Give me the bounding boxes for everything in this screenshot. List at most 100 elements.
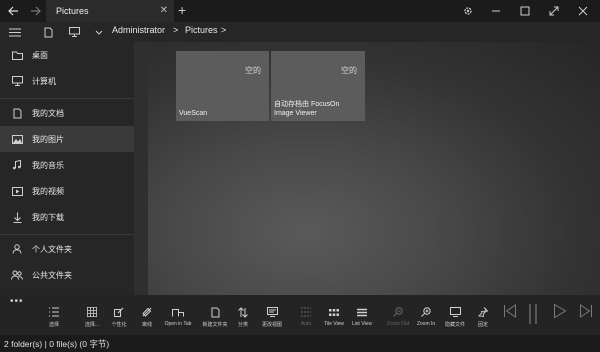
close-tab-icon[interactable]: ✕ — [160, 5, 168, 16]
sort-button[interactable]: 分类 — [231, 295, 255, 335]
select-icon — [49, 306, 59, 318]
folder-name: VueScan — [179, 110, 208, 117]
back-button[interactable] — [2, 0, 24, 22]
empty-badge: 空的 — [341, 66, 357, 75]
tile-view-icon — [329, 306, 339, 318]
sidebar-item-label: 公共文件夹 — [32, 270, 72, 280]
document-icon — [10, 108, 24, 119]
music-icon — [10, 160, 24, 170]
maximize-icon — [520, 6, 530, 16]
status-text: 2 folder(s) | 0 file(s) (0 字节) — [4, 338, 110, 349]
tool-label: 选择 — [48, 322, 59, 328]
new-document-button[interactable] — [40, 24, 56, 40]
settings-button[interactable] — [454, 0, 482, 22]
open-tab-icon — [172, 306, 184, 318]
play-icon — [554, 303, 567, 319]
close-window-button[interactable] — [569, 0, 597, 22]
new-folder-button[interactable]: 新建文件夹 — [201, 295, 229, 335]
monitor-icon — [68, 27, 80, 37]
open-in-tab-button[interactable]: Open in Tab — [160, 295, 196, 335]
hamburger-icon — [9, 28, 21, 36]
folder-tile[interactable]: 空的 VueScan — [176, 51, 269, 121]
fullscreen-button[interactable] — [540, 0, 568, 22]
minimize-button[interactable] — [482, 0, 510, 22]
list-view-button[interactable]: List View — [350, 295, 374, 335]
auto-icon — [301, 306, 311, 318]
download-icon — [10, 212, 24, 223]
computer-button[interactable] — [66, 24, 82, 40]
breadcrumb-separator[interactable]: > — [221, 25, 226, 35]
gear-icon — [464, 7, 472, 15]
sidebar-item-label: 我的音乐 — [32, 160, 64, 170]
sidebar-item-videos[interactable]: 我的视频 — [0, 178, 134, 204]
title-bar: Pictures ✕ + — [0, 0, 600, 22]
breadcrumb-pictures[interactable]: Pictures — [185, 25, 218, 35]
maximize-button[interactable] — [511, 0, 539, 22]
tool-label: Zoom Out — [386, 321, 410, 327]
breadcrumb-separator[interactable]: > — [173, 25, 178, 35]
command-toolbar: ••• 选择 选择... 个性化 离线 Open in Tab 新建文件夹 分类… — [0, 295, 600, 335]
address-dropdown[interactable] — [93, 24, 105, 40]
address-bar: Administrator > Pictures > — [0, 22, 600, 42]
zoom-out-button[interactable]: Zoom Out — [385, 295, 411, 335]
tool-label: 个性化 — [111, 322, 127, 328]
tab-title: Pictures — [56, 6, 89, 16]
zoom-in-button[interactable]: Zoom In — [414, 295, 438, 335]
tool-label: 选择... — [84, 322, 100, 328]
hidden-files-button[interactable]: 隐藏文件 — [441, 295, 469, 335]
change-view-button[interactable]: 更改视图 — [258, 295, 286, 335]
sidebar-item-pictures[interactable]: 我的图片 — [0, 126, 134, 152]
sidebar-item-public-folder[interactable]: 公共文件夹 — [0, 262, 134, 288]
personalize-button[interactable]: 个性化 — [107, 295, 131, 335]
people-icon — [10, 270, 24, 280]
expand-icon — [549, 6, 559, 16]
tile-view-button[interactable]: Tile View — [322, 295, 346, 335]
select-button[interactable]: 选择 — [42, 295, 66, 335]
list-view-icon — [357, 306, 367, 318]
more-options-button[interactable]: ••• — [10, 296, 24, 307]
sidebar-item-label: 我的下载 — [32, 212, 64, 222]
sidebar-scrollbar[interactable] — [134, 42, 148, 295]
tool-label: 离线 — [141, 322, 152, 328]
previous-button[interactable] — [503, 303, 517, 324]
new-folder-icon — [211, 306, 220, 318]
sidebar-item-label: 桌面 — [32, 50, 48, 60]
select-multiple-button[interactable]: 选择... — [80, 295, 104, 335]
folder-tile[interactable]: 空的 自动存档由 FocusOn Image Viewer — [271, 51, 365, 121]
sidebar-item-label: 我的视频 — [32, 186, 64, 196]
sidebar-divider — [0, 234, 134, 235]
sidebar-item-label: 计算机 — [32, 76, 56, 86]
tool-label: 新建文件夹 — [202, 322, 228, 328]
menu-button[interactable] — [6, 24, 24, 40]
skip-previous-icon — [504, 304, 516, 318]
tab-pictures[interactable]: Pictures ✕ — [46, 0, 174, 22]
monitor-icon — [10, 76, 24, 86]
pause-icon — [529, 304, 537, 324]
forward-button[interactable] — [24, 0, 46, 22]
sidebar-divider — [0, 98, 134, 99]
auto-view-button[interactable]: Auto — [295, 295, 317, 335]
select-grid-icon — [87, 306, 97, 318]
hidden-files-icon — [449, 306, 461, 318]
skip-next-icon — [580, 304, 592, 318]
sidebar-item-downloads[interactable]: 我的下载 — [0, 204, 134, 230]
sidebar-item-personal-folder[interactable]: 个人文件夹 — [0, 236, 134, 262]
pause-button[interactable] — [527, 303, 539, 330]
sidebar-item-desktop[interactable]: 桌面 — [0, 42, 134, 68]
breadcrumb-administrator[interactable]: Administrator — [112, 25, 165, 35]
sidebar: 桌面 计算机 我的文档 我的图片 我的音乐 我的视频 我的下载 个人文件夹 公共… — [0, 42, 148, 295]
offline-button[interactable]: 离线 — [135, 295, 159, 335]
sidebar-item-music[interactable]: 我的音乐 — [0, 152, 134, 178]
sidebar-item-label: 个人文件夹 — [32, 244, 72, 254]
tool-label: Open in Tab — [164, 321, 192, 327]
sidebar-item-documents[interactable]: 我的文档 — [0, 100, 134, 126]
sidebar-item-computer[interactable]: 计算机 — [0, 68, 134, 94]
new-tab-button[interactable]: + — [178, 2, 186, 18]
chevron-down-icon — [95, 30, 103, 35]
play-button[interactable] — [553, 303, 567, 324]
next-button[interactable] — [579, 303, 593, 324]
document-icon — [44, 27, 52, 37]
tool-label: 固定 — [477, 322, 488, 328]
pin-button[interactable]: 固定 — [472, 295, 494, 335]
pin-icon — [478, 306, 488, 318]
